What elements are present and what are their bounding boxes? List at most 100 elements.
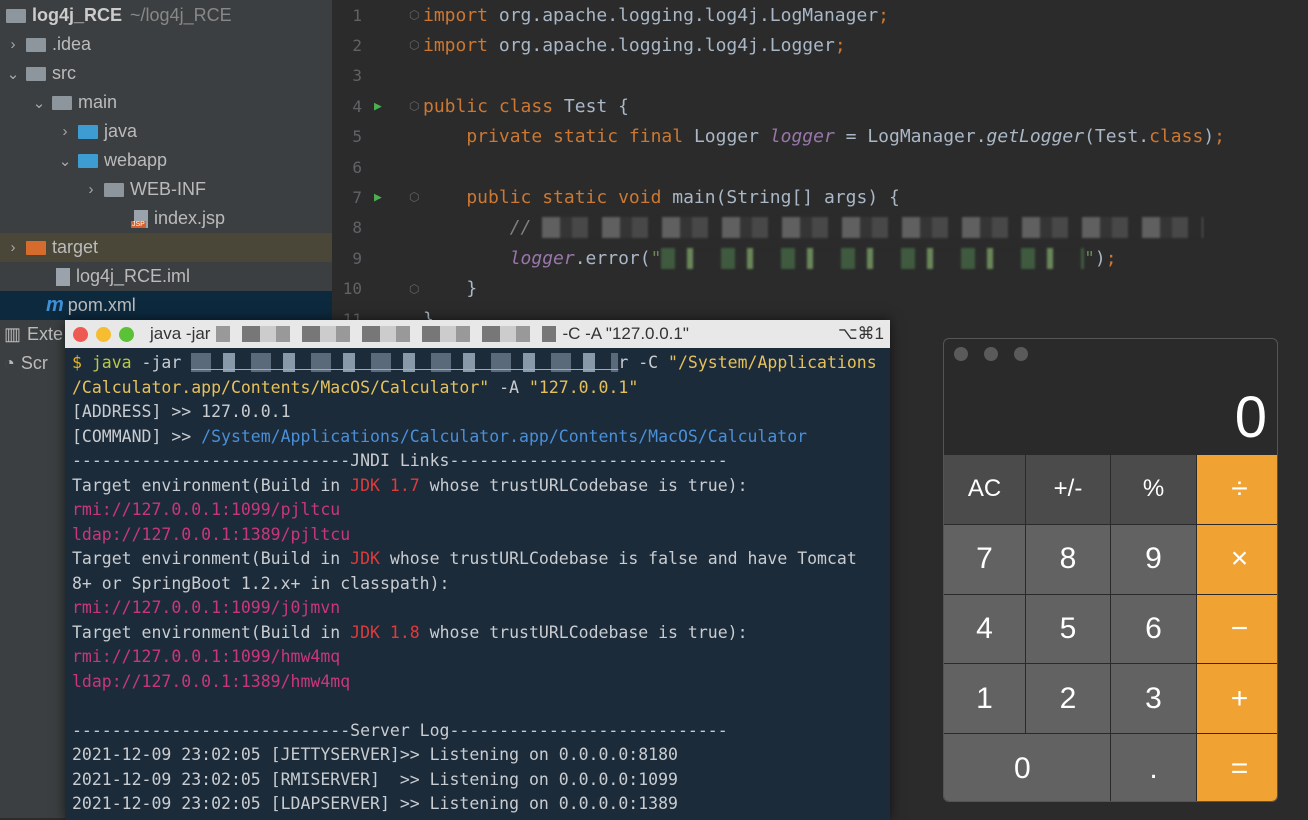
code-token: } (423, 278, 478, 300)
line-number: 6 (352, 157, 362, 177)
minimize-button[interactable] (984, 347, 998, 361)
key-4[interactable]: 4 (944, 594, 1025, 664)
calculator-window: 0 AC +/-% ÷ 7 8 9 × 4 5 6− 1 2 3 +0. = (943, 338, 1278, 802)
fold-marker-icon[interactable]: ⬡ (409, 8, 419, 22)
code-line: 6 (332, 152, 1308, 182)
key-0[interactable]: 0 (944, 734, 1110, 801)
redacted-text: xxxxxxxxxxxxxxxxxxxxxxxxxxxxxxxxxxxxxxxx… (191, 353, 619, 372)
tree-item-web-inf[interactable]: › WEB-INF (0, 175, 332, 204)
key-6[interactable]: 6 (1111, 594, 1196, 664)
tree-item--idea[interactable]: › .idea (0, 30, 332, 59)
code-text: public class Test { (423, 96, 629, 117)
key-8[interactable]: 8 (1026, 524, 1110, 594)
zoom-button[interactable] (1014, 347, 1028, 361)
key-5[interactable]: 5 (1026, 594, 1110, 664)
code-line: 2 ⬡ import org.apache.logging.log4j.Logger… (332, 30, 1308, 60)
terminal-line: [COMMAND] >> /System/Applications/Calcul… (72, 425, 883, 450)
key-equals[interactable]: = (1197, 734, 1277, 801)
terminal-line: Target environment(Build in JDK 1.7 whos… (72, 474, 883, 499)
key-clear[interactable]: AC (944, 455, 1025, 524)
close-button[interactable] (73, 326, 88, 342)
key-decimal[interactable]: . (1111, 734, 1196, 801)
chevron-right-icon[interactable]: › (84, 181, 98, 198)
minimize-button[interactable] (96, 326, 111, 342)
code-token: getLogger (986, 126, 1085, 148)
terminal-text: rmi://127.0.0.1:1099/hmw4mq (72, 647, 341, 666)
tree-item-label: pom.xml (67, 295, 136, 315)
line-number: 2 (352, 35, 362, 55)
key-multiply[interactable]: × (1197, 524, 1277, 594)
zoom-button[interactable] (119, 326, 134, 342)
tree-item-pom-xml[interactable]: m pom.xml (0, 291, 332, 320)
module-file-icon (56, 267, 70, 286)
key-3[interactable]: 3 (1111, 664, 1196, 734)
folder-icon (26, 66, 46, 81)
tree-item-label: index.jsp (154, 208, 226, 228)
key-negate[interactable]: +/- (1026, 455, 1110, 524)
terminal-text: 2021-12-09 23:02:05 [LDAPSERVER] >> List… (72, 794, 678, 813)
chevron-down-icon[interactable]: ⌄ (32, 94, 46, 112)
tree-item-main[interactable]: ⌄ main (0, 88, 332, 117)
terminal-text: ldap://127.0.0.1:1389/pjltcu (72, 524, 351, 544)
terminal-line: 2021-12-09 23:02:05 [JETTYSERVER]>> List… (72, 743, 883, 768)
key-divide[interactable]: ÷ (1197, 455, 1277, 524)
fold-marker-icon[interactable]: ⬡ (409, 190, 419, 204)
terminal-text: -jar (141, 353, 192, 372)
terminal-line: Target environment(Build in JDK 1.8 whos… (72, 621, 883, 646)
chevron-down-icon[interactable]: ⌄ (58, 152, 72, 170)
terminal-text: ----------------------------JNDI Links--… (72, 451, 728, 470)
fold-marker-icon[interactable]: ⬡ (409, 99, 419, 113)
key-2[interactable]: 2 (1026, 664, 1110, 734)
chevron-right-icon[interactable]: › (6, 239, 20, 256)
terminal-text: 2021-12-09 23:02:05 [JETTYSERVER]>> List… (72, 745, 678, 764)
tree-item-index-jsp[interactable]: JSP index.jsp (0, 204, 332, 233)
terminal-text: 8+ or SpringBoot 1.2.x+ in classpath): (72, 573, 450, 593)
chevron-right-icon[interactable]: › (58, 123, 72, 140)
code-token: " (650, 247, 662, 269)
terminal-line: 2021-12-09 23:02:05 [RMISERVER] >> Liste… (72, 768, 883, 793)
key-9[interactable]: 9 (1111, 524, 1196, 594)
key-percent[interactable]: % (1111, 455, 1196, 524)
terminal-text: whose trustURLCodebase is false and have… (379, 549, 857, 568)
code-text: import org.apache.logging.log4j.Logger; (423, 35, 846, 56)
chevron-down-icon[interactable]: ⌄ (6, 65, 20, 83)
tree-item-src[interactable]: ⌄ src (0, 59, 332, 88)
run-gutter-icon[interactable]: ▶ (374, 99, 382, 114)
terminal-window: java -jar -C -A "127.0.0.1" ⌥⌘1 $ java -… (65, 320, 890, 820)
jsp-file-icon: JSP (131, 209, 148, 228)
code-line: 8 // xxxxxxxxxxxxxxxxxxxxxxxxxxxxxxxxxxx… (332, 213, 1308, 243)
terminal-line: rmi://127.0.0.1:1099/j0jmvn (72, 596, 883, 621)
tree-item-webapp[interactable]: ⌄ webapp (0, 146, 332, 175)
code-token: xxxxxxxxxxxxxxxxxxxxxxxxxxxxxxxxxxxxxxx (661, 247, 1085, 269)
fold-marker-icon[interactable]: ⬡ (409, 38, 419, 52)
folder-icon (52, 95, 72, 110)
terminal-titlebar[interactable]: java -jar -C -A "127.0.0.1" ⌥⌘1 (65, 320, 890, 348)
terminal-line: ----------------------------Server Log--… (72, 719, 883, 744)
tree-item-java[interactable]: › java (0, 117, 332, 146)
title-suffix: -C -A "127.0.0.1" (562, 324, 689, 343)
terminal-text: /System/Applications/Calculator.app/Cont… (201, 426, 808, 446)
terminal-line: 2021-12-09 23:02:05 [LDAPSERVER] >> List… (72, 792, 883, 817)
fold-marker-icon[interactable]: ⬡ (409, 282, 419, 296)
run-gutter-icon[interactable]: ▶ (374, 190, 382, 205)
key-7[interactable]: 7 (944, 524, 1025, 594)
tree-item-target[interactable]: › target (0, 233, 332, 262)
project-name: log4j_RCE (32, 5, 123, 25)
key-subtract[interactable]: − (1197, 594, 1277, 664)
tree-item-log4j-rce-iml[interactable]: log4j_RCE.iml (0, 262, 332, 291)
tree-item-label: src (52, 63, 76, 83)
code-line: 5 private static final Logger logger = L… (332, 122, 1308, 152)
terminal-text: whose trustURLCodebase is true): (419, 622, 748, 642)
folder-icon (104, 182, 124, 197)
close-button[interactable] (954, 347, 968, 361)
tree-root[interactable]: log4j_RCE ~/log4j_RCE (0, 1, 332, 30)
terminal-line: Target environment(Build in JDK whose tr… (72, 547, 883, 572)
key-1[interactable]: 1 (944, 664, 1025, 734)
maven-icon: m (46, 294, 64, 316)
chevron-right-icon[interactable]: › (6, 36, 20, 53)
code-token: private static final (423, 126, 694, 148)
tree-item-label: target (52, 237, 99, 257)
key-add[interactable]: + (1197, 664, 1277, 734)
terminal-output[interactable]: $ java -jar xxxxxxxxxxxxxxxxxxxxxxxxxxxx… (65, 348, 890, 820)
